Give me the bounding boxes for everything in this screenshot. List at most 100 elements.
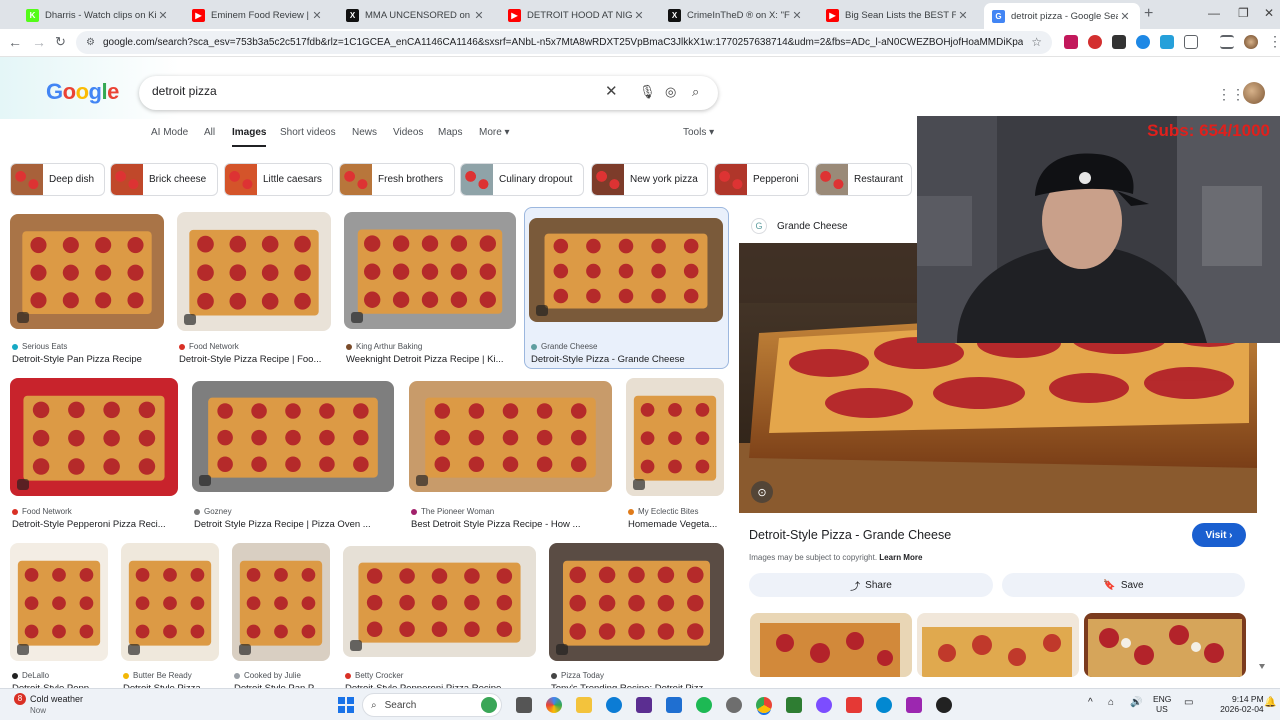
profile-avatar[interactable] (1244, 35, 1258, 49)
result-thumbnail[interactable] (10, 214, 164, 329)
filter-tab[interactable]: Short videos (280, 127, 336, 138)
extension-icon[interactable] (1064, 35, 1078, 49)
result-thumbnail[interactable] (343, 546, 536, 657)
related-search-chip[interactable]: Fresh brothers (339, 163, 455, 196)
visit-button[interactable]: Visit › (1192, 523, 1246, 547)
app-icon[interactable] (786, 697, 802, 713)
related-search-chip[interactable]: Deep dish (10, 163, 105, 196)
preview-source[interactable]: G Grande Cheese (751, 218, 848, 234)
result-caption[interactable]: Detroit-Style Pan Pizza Recipe (12, 354, 170, 365)
result-source[interactable]: Betty Crocker (345, 671, 403, 680)
search-box[interactable]: ✕ 🎙 ◎ ⌕ (139, 76, 718, 110)
app-icon[interactable] (846, 697, 862, 713)
app-icon[interactable] (666, 697, 682, 713)
weather-text[interactable]: Cold weather (30, 694, 83, 704)
minimize-button[interactable]: — (1208, 6, 1220, 20)
windows-start-icon[interactable] (338, 697, 354, 713)
result-source[interactable]: My Eclectic Bites (628, 507, 698, 516)
spotify-icon[interactable] (696, 697, 712, 713)
related-search-chip[interactable]: Culinary dropout (460, 163, 584, 196)
tab-close-icon[interactable]: ✕ (956, 9, 970, 22)
result-source[interactable]: Gozney (194, 507, 232, 516)
result-thumbnail[interactable] (529, 218, 723, 322)
app-icon[interactable] (906, 697, 922, 713)
share-button[interactable]: ⤴ Share (749, 573, 993, 597)
result-source[interactable]: Pizza Today (551, 671, 604, 680)
extension-icon[interactable] (1160, 35, 1174, 49)
lens-search-icon[interactable]: ◎ (665, 84, 676, 100)
telegram-icon[interactable] (876, 697, 892, 713)
scroll-down-icon[interactable] (1259, 664, 1265, 669)
result-source[interactable]: King Arthur Baking (346, 342, 422, 351)
close-window-button[interactable]: ✕ (1264, 6, 1274, 20)
result-source[interactable]: Serious Eats (12, 342, 67, 351)
filter-tab[interactable]: More ▾ (479, 127, 510, 138)
extensions-puzzle-icon[interactable] (1184, 35, 1198, 49)
result-caption[interactable]: Best Detroit Style Pizza Recipe - How ..… (411, 519, 618, 530)
language-indicator[interactable]: ENG US (1153, 694, 1171, 714)
filter-tab[interactable]: Tools ▾ (683, 127, 714, 138)
result-source[interactable]: Butter Be Ready (123, 671, 192, 680)
result-caption[interactable]: Weeknight Detroit Pizza Recipe | Ki... (346, 354, 522, 365)
result-thumbnail[interactable] (344, 212, 516, 329)
search-input[interactable] (152, 84, 552, 98)
result-source[interactable]: Grande Cheese (531, 342, 597, 351)
result-source[interactable]: DeLallo (12, 671, 49, 680)
filter-tab[interactable]: Images (232, 127, 267, 147)
reading-list-icon[interactable] (1220, 35, 1234, 49)
visual-search-icon[interactable]: ⊙ (751, 481, 773, 503)
result-thumbnail[interactable] (549, 543, 724, 661)
taskbar-search[interactable]: ⌕ Search (362, 693, 502, 717)
site-info-icon[interactable]: ⚙ (86, 37, 95, 48)
filter-tab[interactable]: Videos (393, 127, 423, 138)
tab-close-icon[interactable]: ✕ (310, 9, 324, 22)
result-thumbnail[interactable] (10, 378, 178, 496)
chrome-icon[interactable] (756, 697, 772, 713)
result-thumbnail[interactable] (409, 381, 612, 492)
result-source[interactable]: Cooked by Julie (234, 671, 301, 680)
clear-search-icon[interactable]: ✕ (605, 82, 618, 100)
menu-kebab-icon[interactable]: ⋮ (1268, 33, 1280, 50)
browser-tab[interactable]: X CrimeInTheD ® on X: "Fights o✕ (660, 3, 812, 27)
result-caption[interactable]: Detroit Style Pizza Recipe | Pizza Oven … (194, 519, 400, 530)
panel-scrollbar[interactable] (1258, 338, 1266, 673)
maximize-button[interactable]: ❐ (1238, 6, 1249, 20)
tray-chevron-icon[interactable]: ^ (1088, 697, 1093, 708)
related-search-chip[interactable]: Restaurant (815, 163, 912, 196)
browser-tab[interactable]: X MMA UNCENSORED on X: "Sho✕ (338, 3, 494, 27)
back-icon[interactable]: ← (8, 34, 22, 50)
tab-close-icon[interactable]: ✕ (1118, 10, 1132, 23)
tab-close-icon[interactable]: ✕ (156, 9, 170, 22)
extension-icon[interactable] (1112, 35, 1126, 49)
clock[interactable]: 9:14 PM 2026-02-04 (1220, 694, 1263, 714)
tab-close-icon[interactable]: ✕ (632, 9, 646, 22)
related-image[interactable] (1084, 613, 1246, 677)
related-search-chip[interactable]: New york pizza (591, 163, 708, 196)
copilot-icon[interactable] (546, 697, 562, 713)
task-view-icon[interactable] (516, 697, 532, 713)
related-search-chip[interactable]: Brick cheese (110, 163, 218, 196)
result-thumbnail[interactable] (177, 212, 331, 331)
app-icon[interactable] (636, 697, 652, 713)
related-image[interactable] (750, 613, 912, 677)
related-search-chip[interactable]: Little caesars (224, 163, 333, 196)
result-thumbnail[interactable] (192, 381, 394, 492)
result-caption[interactable]: Detroit-Style Pizza Recipe | Foo... (179, 354, 337, 365)
extension-icon[interactable] (1136, 35, 1150, 49)
learn-more-link[interactable]: Learn More (879, 553, 922, 562)
bookmark-star-icon[interactable]: ☆ (1031, 35, 1042, 49)
search-icon[interactable]: ⌕ (692, 84, 699, 100)
result-source[interactable]: The Pioneer Woman (411, 507, 494, 516)
settings-gear-icon[interactable] (726, 697, 742, 713)
discord-icon[interactable] (816, 697, 832, 713)
new-tab-button[interactable]: + (1144, 5, 1153, 23)
filter-tab[interactable]: Maps (438, 127, 462, 138)
result-caption[interactable]: Detroit-Style Pepperoni Pizza Reci... (12, 519, 184, 530)
display-icon[interactable]: ▭ (1184, 697, 1193, 708)
browser-tab[interactable]: ▶ DETROIT HOOD AT NIGHT - Yo✕ (500, 3, 654, 27)
save-button[interactable]: 🔖 Save (1002, 573, 1245, 597)
related-image[interactable] (917, 613, 1079, 677)
result-source[interactable]: Food Network (179, 342, 239, 351)
related-search-chip[interactable]: Pepperoni (714, 163, 809, 196)
extension-icon[interactable] (1088, 35, 1102, 49)
